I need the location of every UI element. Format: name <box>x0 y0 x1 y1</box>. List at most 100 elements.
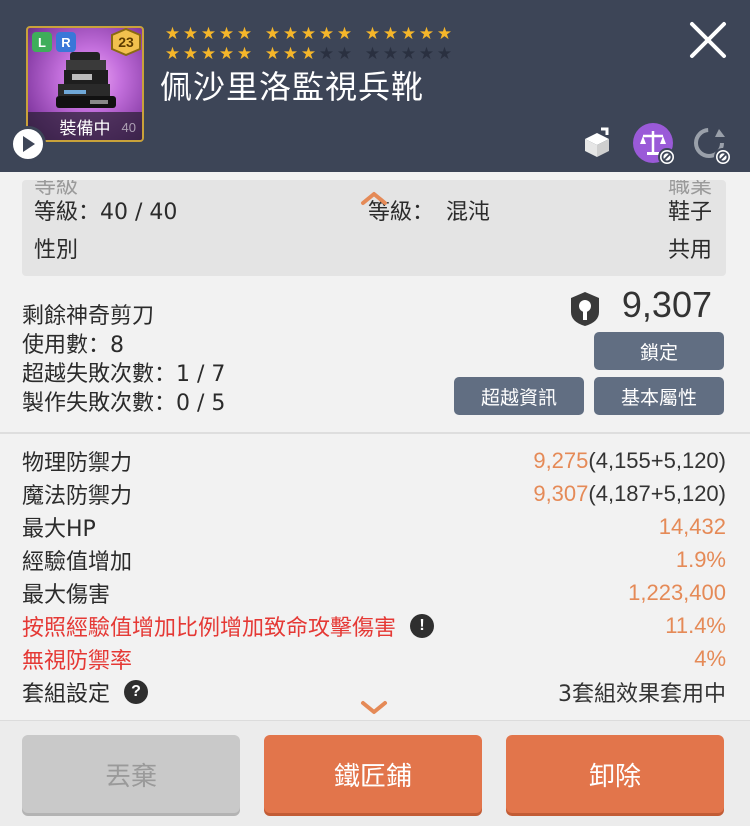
item-name: 佩沙里洛監視兵靴 <box>160 68 425 106</box>
chevron-down-icon <box>361 701 387 714</box>
star-empty-icon: ★ <box>400 43 417 64</box>
stat-value-text: 3套組效果套用中 <box>558 681 726 707</box>
lock-button[interactable]: 鎖定 <box>594 332 724 370</box>
gender-label: 性別 <box>34 238 79 263</box>
star-force-rating: ★ ★ ★ ★ ★ ★ ★ ★ ★ ★ ★ ★ ★ ★ ★ ★ ★ ★ ★ ★ ★ ★ ★ ★ ★ ★ ★ ★ ★ ★ <box>164 24 564 64</box>
star-filled-icon: ★ <box>164 43 181 64</box>
equipped-number: 40 <box>121 120 136 135</box>
star-filled-icon: ★ <box>218 23 235 44</box>
star-filled-icon: ★ <box>164 23 181 44</box>
level-value: 混沌 <box>446 200 491 225</box>
stat-label-text: 套組設定 <box>22 681 111 707</box>
stat-label-text: 物理防禦力 <box>22 450 133 476</box>
stat-row: 經驗值增加 1.9% <box>22 543 726 576</box>
equipped-label: 裝備中 <box>59 118 111 139</box>
star-filled-icon: ★ <box>236 43 253 64</box>
close-button[interactable] <box>688 20 728 60</box>
star-filled-icon: ★ <box>300 43 317 64</box>
item-detail-body[interactable]: 等級 職業 等級：40 / 40 等級： 混沌 鞋子 性別 共用 剩餘神奇剪刀 … <box>0 172 750 720</box>
blacksmith-button[interactable]: 鐵匠鋪 <box>264 735 482 813</box>
stat-label: 經驗值增加 <box>22 544 132 576</box>
star-filled-icon: ★ <box>436 23 453 44</box>
stat-label: 魔法防禦力 <box>22 478 132 510</box>
stat-value-text: 11.4% <box>665 612 726 638</box>
level-requirement: 等級：40 / 40 <box>34 200 178 225</box>
star-filled-icon: ★ <box>282 23 299 44</box>
stat-value: 14,432 <box>659 514 726 540</box>
gender-value: 共用 <box>667 238 712 263</box>
stat-label-text: 魔法防禦力 <box>22 483 133 509</box>
disabled-mark-icon <box>658 148 676 166</box>
discard-button[interactable]: 丟棄 <box>22 735 240 813</box>
stat-row: 最大HP 14,432 <box>22 510 726 543</box>
chevron-up-icon <box>361 192 387 205</box>
stat-label: 最大傷害 <box>22 577 110 609</box>
star-row-bottom: ★ ★ ★ ★ ★ ★ ★ ★ ★ ★ ★ ★ ★ ★ ★ <box>164 44 564 64</box>
star-filled-icon: ★ <box>364 23 381 44</box>
star-empty-icon: ★ <box>336 43 353 64</box>
stat-value-text: 1.9% <box>675 546 726 572</box>
boots-icon <box>50 46 124 120</box>
unequip-button[interactable]: 卸除 <box>506 735 724 813</box>
stat-label-text: 經驗值增加 <box>22 549 133 575</box>
stat-base-breakdown: (4,155+5,120) <box>588 447 726 473</box>
stat-row: 按照經驗值增加比例增加致命攻擊傷害! 11.4% <box>22 609 726 642</box>
stat-row: 物理防禦力 9,275(4,155+5,120) <box>22 444 726 477</box>
compare-button[interactable] <box>632 122 676 166</box>
stat-value-text: 4% <box>694 645 726 671</box>
item-header: L R 23 裝備中 40 ★ ★ ★ ★ ★ ★ ★ ★ ★ ★ ★ ★ ★ … <box>0 0 750 172</box>
star-filled-icon: ★ <box>382 23 399 44</box>
star-filled-icon: ★ <box>336 23 353 44</box>
transcend-info-button[interactable]: 超越資訊 <box>454 377 584 415</box>
craft-fail-count: 製作失敗次數：0 / 5 <box>22 391 226 416</box>
star-filled-icon: ★ <box>264 43 281 64</box>
enhance-box-button[interactable] <box>576 122 618 164</box>
stat-label: 套組設定? <box>22 676 149 708</box>
disabled-mark-icon <box>714 148 732 166</box>
stat-label-text: 最大HP <box>22 516 96 542</box>
scroll-down-button[interactable] <box>360 700 388 720</box>
scissor-info: 剩餘神奇剪刀 使用數：8 超越失敗次數：1 / 7 製作失敗次數：0 / 5 <box>22 302 225 418</box>
help-icon[interactable]: ? <box>124 679 149 704</box>
star-filled-icon: ★ <box>318 23 335 44</box>
refresh-button[interactable] <box>688 122 732 166</box>
play-icon <box>23 136 35 152</box>
stat-value-text: 14,432 <box>658 513 726 539</box>
stat-value: 1.9% <box>676 547 726 573</box>
stat-label-text: 無視防禦率 <box>22 648 133 674</box>
stat-label-text: 最大傷害 <box>22 582 111 608</box>
star-empty-icon: ★ <box>318 43 335 64</box>
star-empty-icon: ★ <box>436 43 453 64</box>
star-empty-icon: ★ <box>382 43 399 64</box>
stat-label: 最大HP <box>22 511 96 543</box>
stat-row: 魔法防禦力 9,307(4,187+5,120) <box>22 477 726 510</box>
base-attribute-button[interactable]: 基本屬性 <box>594 377 724 415</box>
stat-label: 物理防禦力 <box>22 445 132 477</box>
stats-list: 物理防禦力 9,275(4,155+5,120) 魔法防禦力 9,307(4,187+… <box>22 444 726 708</box>
play-button[interactable] <box>10 126 46 162</box>
header-action-icons <box>576 122 732 166</box>
legendary-badge: L <box>32 32 52 52</box>
item-type: 鞋子 <box>667 200 712 225</box>
stat-label: 無視防禦率 <box>22 643 132 675</box>
star-filled-icon: ★ <box>236 23 253 44</box>
scroll-up-button[interactable] <box>360 190 388 210</box>
stat-value: 9,275(4,155+5,120) <box>533 448 726 474</box>
stat-value: 9,307(4,187+5,120) <box>533 481 726 507</box>
close-icon <box>690 22 726 58</box>
stat-value: 3套組效果套用中 <box>558 676 726 708</box>
section-divider <box>0 432 750 434</box>
enhance-box-icon <box>585 127 609 157</box>
stat-value-text: 1,223,400 <box>628 579 726 605</box>
stat-value-text: 9,275 <box>533 447 589 473</box>
item-icon-frame[interactable]: L R 23 裝備中 40 <box>26 26 144 142</box>
stat-label-text: 按照經驗值增加比例增加致命攻擊傷害 <box>22 615 397 641</box>
info-row-gender: 性別 共用 <box>34 232 712 264</box>
star-empty-icon: ★ <box>364 43 381 64</box>
star-filled-icon: ★ <box>182 23 199 44</box>
info-alert-icon[interactable]: ! <box>410 613 435 638</box>
uses-count: 使用數：8 <box>22 333 124 358</box>
star-filled-icon: ★ <box>282 43 299 64</box>
stat-value-text: 9,307 <box>533 480 589 506</box>
star-empty-icon: ★ <box>418 43 435 64</box>
